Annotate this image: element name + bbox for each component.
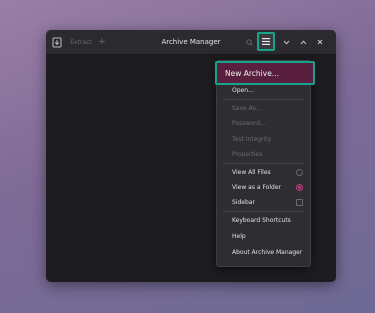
menu-item-password[interactable]: Password… — [217, 116, 310, 131]
radio-unselected-icon — [296, 169, 303, 176]
add-files-icon[interactable]: + — [96, 30, 108, 54]
main-menu-button[interactable] — [257, 32, 275, 51]
menu-item-label: View All Files — [232, 169, 271, 176]
menu-separator — [223, 99, 304, 100]
close-icon[interactable] — [315, 30, 325, 54]
menu-item-help[interactable]: Help — [217, 229, 310, 244]
menu-item-label: View as a Folder — [232, 184, 281, 191]
menu-item-view-all-files[interactable]: View All Files — [217, 165, 310, 180]
maximize-icon[interactable] — [298, 30, 308, 54]
menu-item-sidebar[interactable]: Sidebar — [217, 195, 310, 210]
search-icon[interactable] — [244, 30, 254, 54]
menu-item-about[interactable]: About Archive Manager — [217, 245, 310, 260]
header-bar: Extract + Archive Manager — [46, 30, 336, 55]
menu-item-view-as-folder[interactable]: View as a Folder — [217, 180, 310, 195]
extract-icon[interactable] — [50, 30, 64, 54]
menu-separator — [223, 163, 304, 164]
hamburger-icon — [262, 38, 270, 45]
menu-item-open[interactable]: Open… — [217, 83, 310, 98]
minimize-icon[interactable] — [281, 30, 291, 54]
checkbox-icon — [296, 199, 303, 206]
menu-item-test-integrity[interactable]: Test Integrity — [217, 132, 310, 147]
menu-item-properties[interactable]: Properties — [217, 147, 310, 162]
main-menu-popover: Open… Save As… Password… Test Integrity … — [216, 60, 311, 267]
radio-selected-icon — [296, 184, 303, 191]
menu-item-keyboard-shortcuts[interactable]: Keyboard Shortcuts — [217, 213, 310, 228]
menu-separator — [223, 211, 304, 212]
menu-item-label: Sidebar — [232, 199, 255, 206]
extract-button[interactable]: Extract — [66, 30, 96, 54]
menu-item-save-as[interactable]: Save As… — [217, 101, 310, 116]
menu-item-new-archive[interactable]: New Archive… — [215, 61, 315, 85]
